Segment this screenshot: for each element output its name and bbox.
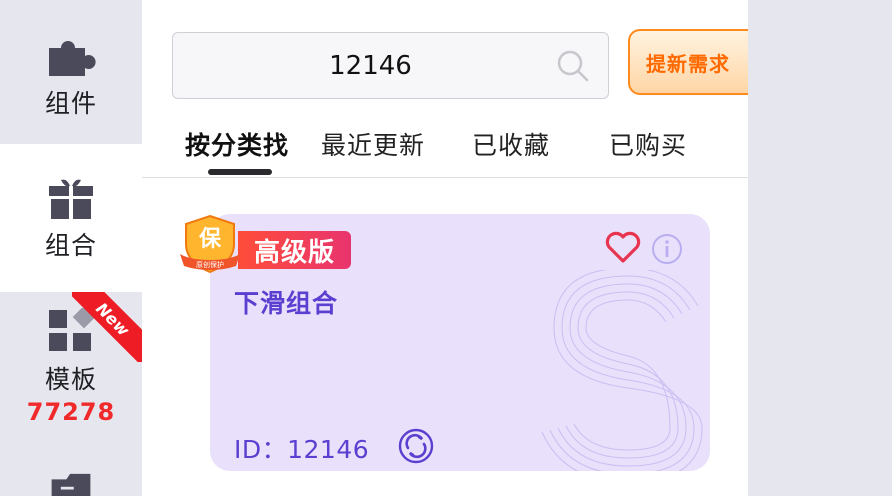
premium-badge: 高级版 — [238, 231, 352, 269]
card-id: ID：12146 — [234, 435, 370, 464]
sidebar-item-folder[interactable] — [0, 466, 142, 496]
tab-recent[interactable]: 最近更新 — [321, 126, 425, 162]
gift-icon — [49, 179, 93, 219]
sidebar-item-combos[interactable]: 组合 — [0, 144, 142, 292]
folder-icon — [51, 473, 91, 496]
active-tab-indicator — [208, 169, 272, 175]
tab-by-category[interactable]: 按分类找 — [185, 126, 289, 162]
right-gutter — [748, 0, 892, 496]
search-box — [172, 32, 609, 99]
sidebar-item-label: 组合 — [44, 231, 97, 260]
shield-sublabel: 原创保护 — [196, 260, 224, 269]
sidebar-item-label: 组件 — [44, 89, 97, 118]
new-ribbon: New — [72, 292, 142, 362]
new-request-button[interactable]: 提新需求 — [628, 29, 768, 95]
template-count: 77278 — [26, 398, 116, 426]
sidebar-item-components[interactable]: 组件 — [0, 0, 142, 144]
main-panel: 提新需求 按分类找 最近更新 已收藏 已购买 高级版 下滑组合 ID：1 — [142, 0, 768, 496]
search-input[interactable] — [173, 33, 608, 98]
tab-favorites[interactable]: 已收藏 — [472, 126, 550, 162]
puzzle-icon — [49, 41, 96, 76]
sidebar: 组件 组合 New 模板 77278 — [0, 0, 142, 496]
sidebar-item-templates[interactable]: New 模板 77278 — [0, 292, 142, 452]
sidebar-item-label: 模板 — [44, 365, 97, 394]
tab-purchased[interactable]: 已购买 — [609, 126, 687, 162]
sync-icon[interactable] — [398, 428, 434, 464]
heart-icon[interactable] — [604, 230, 642, 264]
combo-card[interactable]: 高级版 下滑组合 ID：12146 — [210, 214, 710, 471]
card-title: 下滑组合 — [234, 289, 339, 318]
tab-bar: 按分类找 最近更新 已收藏 已购买 — [142, 118, 748, 178]
protection-shield-icon: 保 原创保护 — [180, 214, 240, 274]
card-watermark-s — [541, 270, 703, 471]
shield-label: 保 — [198, 227, 222, 252]
search-icon[interactable] — [556, 49, 590, 83]
info-icon[interactable] — [650, 232, 684, 266]
new-ribbon-label: New — [72, 292, 142, 362]
